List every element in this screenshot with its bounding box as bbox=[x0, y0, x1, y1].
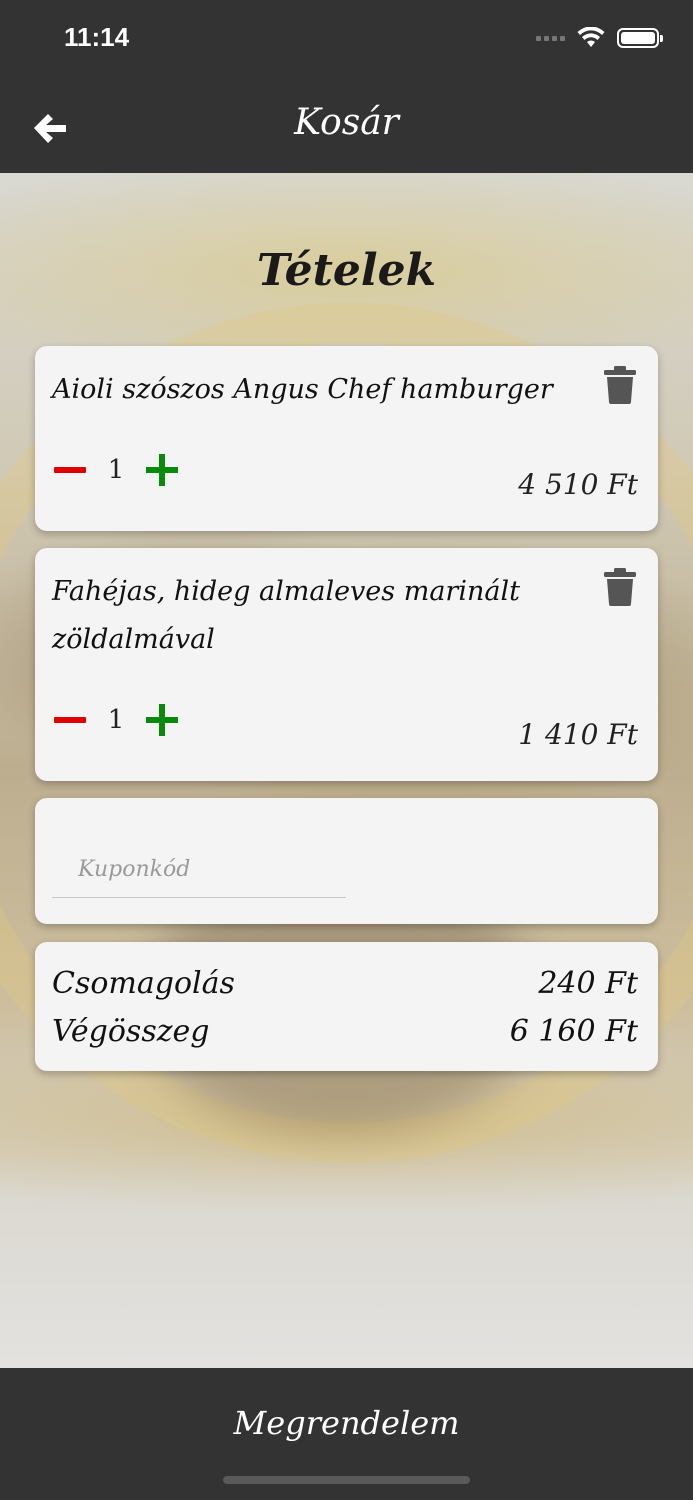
quantity-stepper: 1 bbox=[52, 452, 180, 488]
coupon-card bbox=[35, 798, 658, 924]
battery-icon bbox=[617, 28, 663, 48]
trash-icon bbox=[604, 568, 636, 606]
cart-content: Tételek Aioli szószos Angus Chef hamburg… bbox=[0, 173, 693, 1368]
item-name: Aioli szószos Angus Chef hamburger bbox=[52, 374, 553, 405]
delete-item-button[interactable] bbox=[602, 566, 638, 606]
cart-item: Aioli szószos Angus Chef hamburger 1 4 5… bbox=[35, 346, 658, 531]
quantity-value: 1 bbox=[107, 705, 125, 735]
packaging-row: Csomagolás 240 Ft bbox=[52, 966, 638, 1001]
cart-item: Fahéjas, hideg almaleves marinált zöldal… bbox=[35, 548, 658, 781]
signal-icon bbox=[536, 35, 565, 41]
coupon-input[interactable] bbox=[52, 842, 346, 898]
increase-quantity-button[interactable] bbox=[144, 452, 180, 488]
delete-item-button[interactable] bbox=[602, 364, 638, 404]
item-name: Fahéjas, hideg almaleves marinált zöldal… bbox=[52, 576, 520, 655]
total-value: 6 160 Ft bbox=[509, 1014, 638, 1049]
page-title: Kosár bbox=[294, 102, 399, 143]
trash-icon bbox=[604, 366, 636, 404]
wifi-icon bbox=[577, 27, 605, 47]
total-label: Végösszeg bbox=[52, 1014, 210, 1049]
status-bar: 11:14 bbox=[0, 0, 693, 80]
packaging-label: Csomagolás bbox=[52, 966, 235, 1001]
section-title: Tételek bbox=[256, 245, 437, 296]
home-indicator bbox=[223, 1476, 470, 1484]
quantity-value: 1 bbox=[107, 455, 125, 485]
summary-card: Csomagolás 240 Ft Végösszeg 6 160 Ft bbox=[35, 942, 658, 1071]
footer-bar: Megrendelem bbox=[0, 1368, 693, 1500]
app-header: Kosár bbox=[0, 80, 693, 173]
packaging-value: 240 Ft bbox=[538, 966, 638, 1001]
total-row: Végösszeg 6 160 Ft bbox=[52, 1014, 638, 1049]
place-order-button[interactable]: Megrendelem bbox=[0, 1398, 693, 1448]
item-price: 1 410 Ft bbox=[518, 718, 638, 751]
decrease-quantity-button[interactable] bbox=[52, 702, 88, 738]
status-time: 11:14 bbox=[64, 22, 130, 52]
item-price: 4 510 Ft bbox=[518, 468, 638, 501]
increase-quantity-button[interactable] bbox=[144, 702, 180, 738]
status-icons bbox=[536, 24, 663, 52]
quantity-stepper: 1 bbox=[52, 702, 180, 738]
decrease-quantity-button[interactable] bbox=[52, 452, 88, 488]
